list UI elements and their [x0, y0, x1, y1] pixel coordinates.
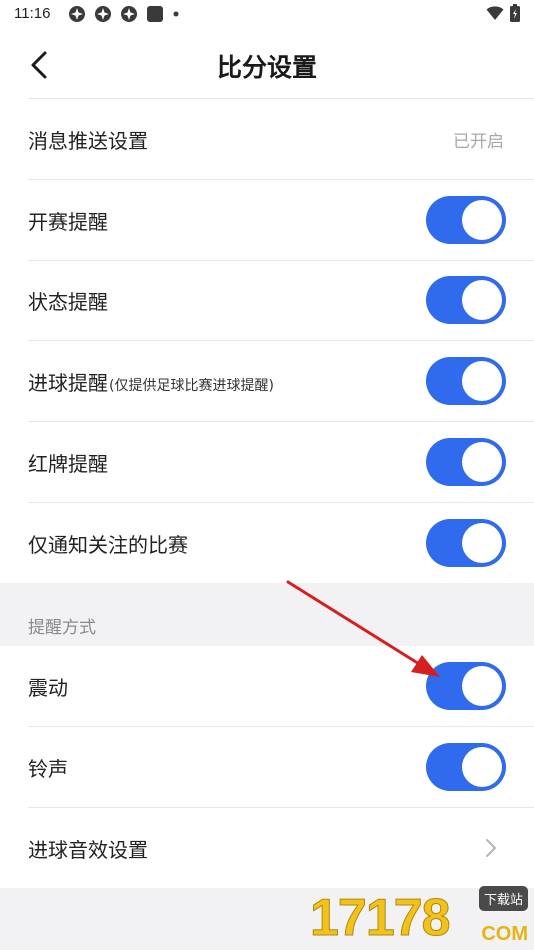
- goal-reminder-row: 进球提醒(仅提供足球比赛进球提醒): [0, 341, 534, 421]
- status-right-icons: [486, 4, 520, 22]
- goal-sound-row[interactable]: 进球音效设置: [0, 808, 534, 888]
- status-reminder-row: 状态提醒: [0, 260, 534, 340]
- goal-reminder-label: 进球提醒(仅提供足球比赛进球提醒): [28, 367, 274, 396]
- red-card-row: 红牌提醒: [0, 422, 534, 502]
- toggle-knob: [462, 200, 502, 240]
- red-card-toggle[interactable]: [426, 438, 506, 486]
- vibrate-row: 震动: [0, 646, 534, 726]
- toggle-knob: [462, 442, 502, 482]
- push-settings-row[interactable]: 消息推送设置 已开启: [0, 99, 534, 179]
- red-card-label: 红牌提醒: [28, 451, 108, 476]
- toggle-knob: [462, 280, 502, 320]
- app-icon: [95, 6, 111, 22]
- dot-icon: [173, 11, 179, 17]
- reminder-mode-heading: 提醒方式: [28, 618, 96, 638]
- match-start-toggle[interactable]: [426, 196, 506, 244]
- toggle-knob: [462, 747, 502, 787]
- followed-only-label: 仅通知关注的比赛: [28, 532, 188, 557]
- page-title: 比分设置: [216, 53, 317, 82]
- ringtone-toggle[interactable]: [426, 743, 506, 791]
- toggle-knob: [462, 666, 502, 706]
- app-icon: [121, 6, 137, 22]
- watermark-domain: COM: [481, 923, 528, 945]
- chevron-right-icon: [486, 839, 496, 857]
- match-start-row: 开赛提醒: [0, 180, 534, 260]
- vibrate-label: 震动: [28, 675, 68, 700]
- battery-icon: [510, 4, 520, 22]
- goal-sound-label: 进球音效设置: [28, 837, 148, 862]
- goal-reminder-note: (仅提供足球比赛进球提醒): [109, 377, 274, 394]
- vibrate-toggle[interactable]: [426, 662, 506, 710]
- app-icon: [69, 6, 85, 22]
- push-settings-value: 已开启: [453, 131, 504, 152]
- goal-reminder-title: 进球提醒: [28, 370, 108, 395]
- followed-only-row: 仅通知关注的比赛: [0, 503, 534, 583]
- notification-icons: [68, 5, 180, 23]
- header: 比分设置: [0, 28, 534, 98]
- followed-only-toggle[interactable]: [426, 519, 506, 567]
- watermark-digits: 17178: [310, 889, 452, 948]
- status-time: 11:16: [14, 5, 51, 22]
- toggle-knob: [462, 523, 502, 563]
- wifi-icon: [486, 6, 504, 20]
- settings-section: 消息推送设置 已开启 开赛提醒 状态提醒 进球提醒(仅提供足球比赛进球提醒) 红…: [0, 98, 534, 583]
- match-start-label: 开赛提醒: [28, 209, 108, 234]
- status-bar: 11:16: [0, 0, 534, 28]
- ringtone-row: 铃声: [0, 727, 534, 807]
- status-reminder-label: 状态提醒: [28, 289, 108, 314]
- reminder-mode-section: 震动 铃声 进球音效设置: [0, 646, 534, 888]
- toggle-knob: [462, 361, 502, 401]
- watermark-logo: 17178 下载站 COM: [310, 886, 530, 948]
- watermark-badge: 下载站: [478, 886, 528, 911]
- square-icon: [147, 6, 163, 22]
- goal-reminder-toggle[interactable]: [426, 357, 506, 405]
- push-settings-label: 消息推送设置: [28, 128, 148, 153]
- ringtone-label: 铃声: [28, 756, 68, 781]
- status-reminder-toggle[interactable]: [426, 276, 506, 324]
